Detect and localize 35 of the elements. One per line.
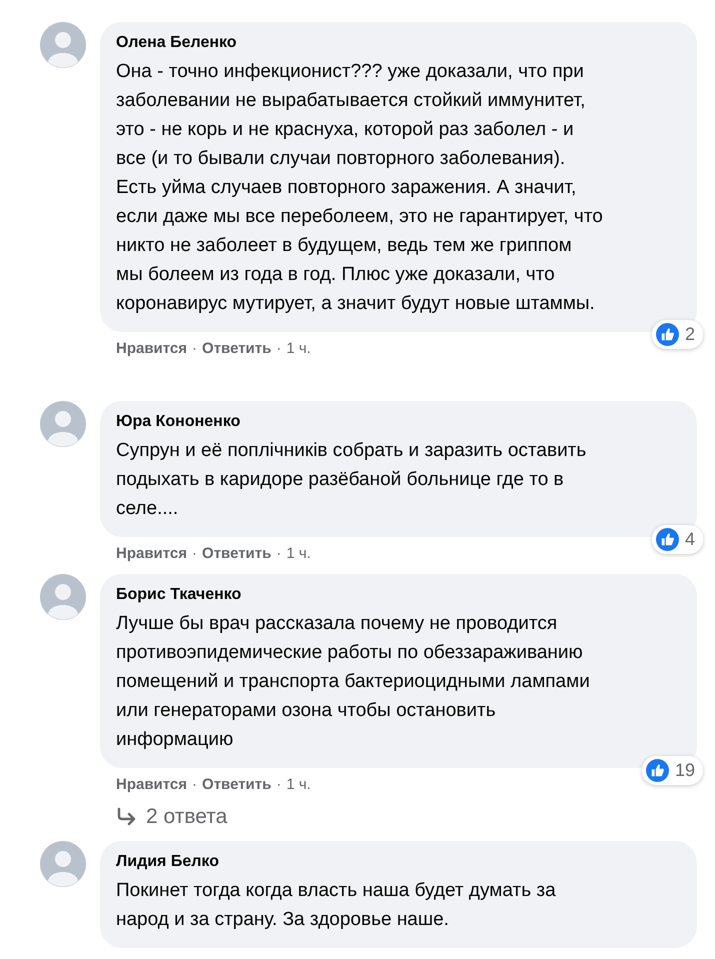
separator-dot: · xyxy=(192,776,198,793)
separator-dot: · xyxy=(276,340,282,357)
separator-dot: · xyxy=(192,545,198,562)
comment-text: Она - точно инфекционист??? уже доказали, что при заболевании не вырабатывается стойкий иммунитет, это - не корь и не краснуха, которой раз заболел - и все (и то бывали случаи повторного заболевания). Есть уйма случаев повторного заражения. А значит, если даже мы все переболеем, это не гарантирует, что никто не заболеет в будущем, ведь тем же гриппом мы болеем из года в год. Плюс уже доказали, что коронавирус мутирует, а значит будут новые штаммы. xyxy=(116,60,604,316)
separator-dot: · xyxy=(192,340,198,357)
reply-link[interactable]: Ответить xyxy=(202,545,272,562)
author-name[interactable]: Лидия Белко xyxy=(116,851,683,873)
reply-link[interactable]: Ответить xyxy=(202,340,272,357)
timestamp[interactable]: 1 ч. xyxy=(286,545,311,562)
reply-link[interactable]: Ответить xyxy=(202,776,272,793)
avatar xyxy=(40,574,86,620)
like-link[interactable]: Нравится xyxy=(116,776,188,793)
comment-text: Супрун и её поплічників собрать и заразить оставить подыхать в каридоре разёбаной больнице где то в селе.... xyxy=(116,439,588,521)
author-name[interactable]: Олена Беленко xyxy=(116,32,683,54)
timestamp[interactable]: 1 ч. xyxy=(286,340,311,357)
like-icon xyxy=(646,759,669,782)
reaction-count[interactable]: 19 xyxy=(642,756,703,785)
author-name[interactable]: Борис Ткаченко xyxy=(116,584,683,606)
reaction-count[interactable]: 2 xyxy=(652,320,703,349)
comment-text: Лучше бы врач рассказала почему не проводится противоэпидемические работы по обеззараживанию помещений и транспорта бактериоцидными лампами или генераторами озона чтобы остановить информацию xyxy=(116,612,591,752)
like-link[interactable]: Нравится xyxy=(116,340,188,357)
view-replies-link[interactable]: 2 ответа xyxy=(116,805,228,829)
author-name[interactable]: Юра Кононенко xyxy=(116,411,683,433)
separator-dot: · xyxy=(276,545,282,562)
like-icon xyxy=(656,528,679,551)
comment-text: Покинет тогда когда власть наша будет думать за народ и за страну. За здоровье наше. xyxy=(116,879,557,932)
separator-dot: · xyxy=(276,776,282,793)
avatar xyxy=(40,401,86,447)
reaction-count[interactable]: 4 xyxy=(652,525,703,554)
like-icon xyxy=(656,323,679,346)
like-link[interactable]: Нравится xyxy=(116,545,188,562)
reply-arrow-icon xyxy=(116,807,138,827)
avatar xyxy=(40,841,86,887)
avatar xyxy=(40,22,86,68)
timestamp[interactable]: 1 ч. xyxy=(286,776,311,793)
